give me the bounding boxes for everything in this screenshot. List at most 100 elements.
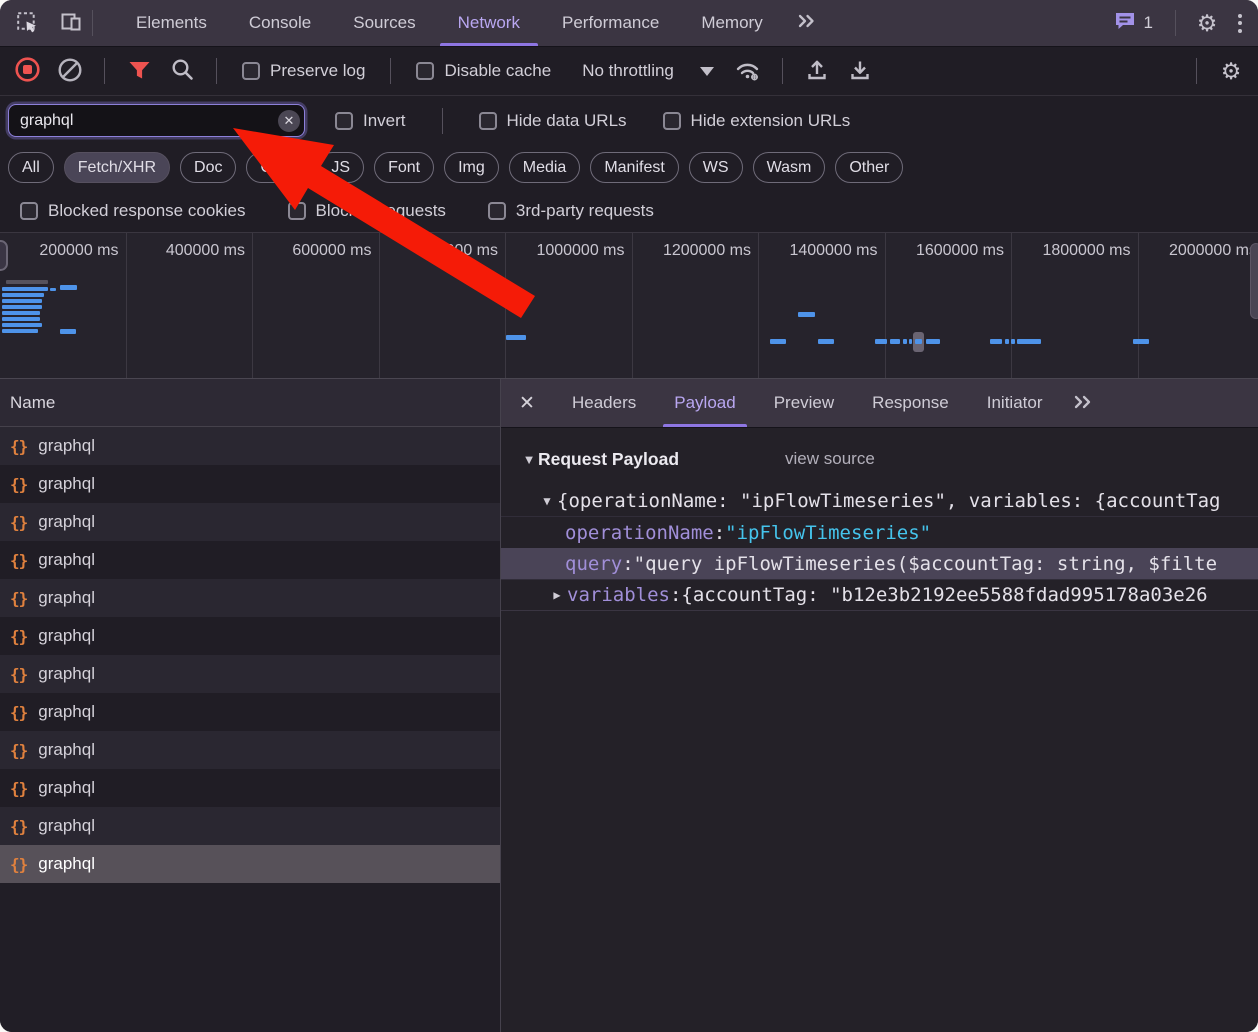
request-row[interactable]: {} graphql	[0, 541, 500, 579]
panel-tab[interactable]: Elements	[115, 0, 228, 46]
json-icon: {}	[10, 551, 27, 570]
waterfall-bar	[890, 339, 900, 344]
waterfall-bar	[875, 339, 887, 344]
checkbox-box	[288, 202, 306, 220]
panel-tab[interactable]: Memory	[680, 0, 783, 46]
hide-data-urls-checkbox[interactable]: Hide data URLs	[473, 110, 633, 132]
payload-variables-row[interactable]: ▶ variables: {accountTag: "b12e3b2192ee5…	[501, 579, 1258, 610]
resource-chip[interactable]: Other	[835, 152, 903, 183]
timeline-tick-label: 1400000 ms	[759, 233, 886, 378]
waterfall-bar	[1005, 339, 1009, 344]
request-row[interactable]: {} graphql	[0, 465, 500, 503]
waterfall-bar	[2, 305, 42, 309]
request-row[interactable]: {} graphql	[0, 503, 500, 541]
more-detail-tabs-button[interactable]	[1065, 379, 1101, 427]
detail-tab[interactable]: Initiator	[968, 379, 1062, 427]
expand-triangle-icon[interactable]: ▶	[547, 588, 567, 602]
throttling-select[interactable]: No throttling	[576, 60, 720, 82]
timeline-tick-label: 2000000 ms	[1139, 233, 1258, 378]
resource-chip[interactable]: Font	[374, 152, 434, 183]
request-row[interactable]: {} graphql	[0, 807, 500, 845]
request-row[interactable]: {} graphql	[0, 655, 500, 693]
import-har-button[interactable]	[802, 56, 832, 86]
payload-preview-row[interactable]: ▼ {operationName: "ipFlowTimeseries", va…	[501, 486, 1258, 517]
record-network-log-button[interactable]	[12, 56, 42, 86]
resource-type-chips: All Fetch/XHR Doc CSS JS Font Img	[0, 145, 1258, 190]
network-settings-button[interactable]: ⚙	[1216, 56, 1246, 86]
checkbox-box	[242, 62, 260, 80]
request-row[interactable]: {} graphql	[0, 617, 500, 655]
detail-tab[interactable]: Headers	[553, 379, 655, 427]
detail-tab[interactable]: Preview	[755, 379, 853, 427]
request-row[interactable]: {} graphql	[0, 579, 500, 617]
timeline-scroll-handle-left[interactable]	[0, 240, 8, 271]
resource-chip[interactable]: Wasm	[753, 152, 826, 183]
preserve-log-checkbox[interactable]: Preserve log	[236, 60, 371, 82]
main-menu-button[interactable]	[1232, 8, 1248, 39]
devtools-window: Elements Console Sources Network Perform…	[0, 0, 1258, 1032]
blocked-filter-checkbox[interactable]: Blocked requests	[282, 200, 452, 222]
record-icon	[14, 56, 41, 86]
close-detail-button[interactable]: ✕	[501, 379, 553, 427]
clear-filter-button[interactable]: ✕	[278, 110, 300, 132]
resource-chip[interactable]: All	[8, 152, 54, 183]
detail-tab[interactable]: Payload	[655, 379, 754, 427]
panel-tab[interactable]: Network	[437, 0, 541, 46]
settings-button[interactable]: ⚙	[1192, 8, 1222, 38]
device-toolbar-button[interactable]	[56, 8, 86, 38]
resource-chip[interactable]: WS	[689, 152, 743, 183]
close-icon: ✕	[519, 393, 535, 414]
hide-extension-urls-checkbox[interactable]: Hide extension URLs	[657, 110, 857, 132]
divider	[216, 58, 217, 84]
resource-chip[interactable]: Img	[444, 152, 499, 183]
timeline-scrollbar[interactable]	[1250, 243, 1258, 319]
collapse-triangle-icon[interactable]: ▼	[521, 452, 537, 467]
resource-chip[interactable]: CSS	[246, 152, 307, 183]
waterfall-bar	[990, 339, 1002, 344]
checkbox-box	[416, 62, 434, 80]
payload-operationname-row[interactable]: operationName: "ipFlowTimeseries"	[501, 517, 1258, 548]
request-row[interactable]: {} graphql	[0, 845, 500, 883]
payload-query-row[interactable]: query: "query ipFlowTimeseries($accountT…	[501, 548, 1258, 579]
resource-chip[interactable]: Doc	[180, 152, 236, 183]
panel-tab[interactable]: Console	[228, 0, 332, 46]
more-panels-button[interactable]	[784, 0, 830, 46]
filter-toggle-button[interactable]	[124, 56, 154, 86]
request-name: graphql	[38, 626, 95, 646]
view-source-link[interactable]: view source	[779, 448, 881, 470]
resource-chip[interactable]: Media	[509, 152, 581, 183]
export-har-button[interactable]	[845, 56, 875, 86]
detail-tabs: Headers Payload Preview Response	[553, 379, 1061, 427]
panel-tab[interactable]: Sources	[332, 0, 436, 46]
request-row[interactable]: {} graphql	[0, 427, 500, 465]
blocked-filter-checkbox[interactable]: 3rd-party requests	[482, 200, 660, 222]
gear-icon: ⚙	[1197, 10, 1218, 37]
double-chevron-icon	[796, 15, 818, 34]
timeline-tick-label: 1000000 ms	[506, 233, 633, 378]
waterfall-bar	[1017, 339, 1041, 344]
invert-checkbox[interactable]: Invert	[329, 110, 412, 132]
blocked-filter-checkbox[interactable]: Blocked response cookies	[14, 200, 252, 222]
divider	[390, 58, 391, 84]
resource-chip[interactable]: Manifest	[590, 152, 678, 183]
name-column-header[interactable]: Name	[0, 379, 500, 427]
search-button[interactable]	[167, 56, 197, 86]
request-row[interactable]: {} graphql	[0, 693, 500, 731]
filter-input[interactable]	[8, 104, 305, 137]
request-row[interactable]: {} graphql	[0, 769, 500, 807]
network-overview-timeline[interactable]: 200000 ms 400000 ms 600000 ms 800000 ms …	[0, 233, 1258, 379]
disable-cache-checkbox[interactable]: Disable cache	[410, 60, 557, 82]
waterfall-bar	[50, 288, 56, 291]
resource-chip[interactable]: JS	[317, 152, 364, 183]
request-row[interactable]: {} graphql	[0, 731, 500, 769]
panel-tab[interactable]: Performance	[541, 0, 680, 46]
divider	[782, 58, 783, 84]
waterfall-bar	[2, 311, 40, 315]
issues-button[interactable]: 1	[1107, 9, 1159, 38]
detail-tab[interactable]: Response	[853, 379, 968, 427]
resource-chip[interactable]: Fetch/XHR	[64, 152, 170, 183]
clear-network-log-button[interactable]	[55, 56, 85, 86]
inspect-element-button[interactable]	[12, 8, 42, 38]
collapse-triangle-icon[interactable]: ▼	[537, 494, 557, 508]
network-conditions-button[interactable]	[733, 56, 763, 86]
